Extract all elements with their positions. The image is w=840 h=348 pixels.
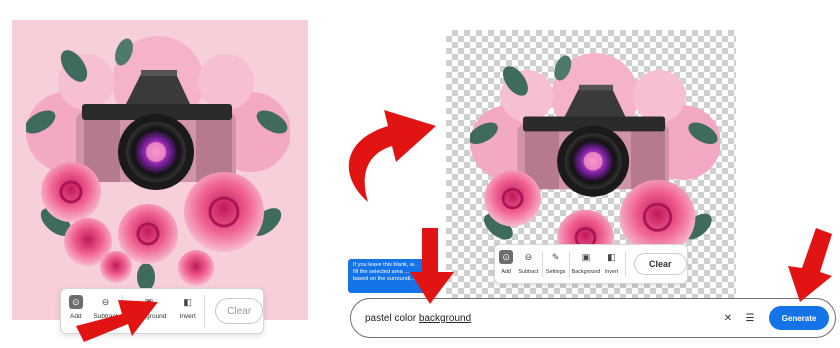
tool-label: Add	[501, 269, 511, 275]
tool-add[interactable]: ⊙ Add	[495, 245, 517, 283]
invert-icon: ◧	[183, 296, 192, 307]
toolbar-divider	[541, 251, 543, 277]
toolbar-divider	[204, 295, 206, 327]
subtract-circle-icon: ⊖	[524, 251, 533, 262]
tool-label: Settings	[545, 269, 566, 275]
curved-red-arrow	[348, 110, 436, 202]
tool-label: Invert	[604, 269, 619, 275]
tool-label: Invert	[179, 313, 196, 320]
clear-button[interactable]: Clear	[633, 253, 687, 275]
clear-button[interactable]: Clear	[215, 298, 263, 324]
tool-label: Background	[571, 269, 601, 275]
background-image-icon: ▣	[581, 251, 591, 262]
add-circle-icon: ⊙	[499, 250, 514, 264]
arrow-to-prompt-text	[410, 228, 454, 304]
tool-invert[interactable]: ◧ Invert	[173, 289, 203, 333]
prompt-text: pastel color	[365, 312, 419, 324]
tool-label: Subtract	[518, 269, 539, 275]
right-selection-toolbar: ⊙ Add ⊖ Subtract ✎ Settings ▣ Background…	[494, 244, 688, 284]
tool-subtract[interactable]: ⊖ Subtract	[517, 245, 539, 283]
sliders-icon[interactable]: ☰	[741, 313, 759, 324]
arrow-to-generate	[788, 228, 832, 302]
prompt-text-underlined: background	[418, 312, 472, 324]
prompt-input[interactable]: pastel color background	[365, 313, 719, 324]
tool-invert[interactable]: ◧ Invert	[600, 245, 622, 283]
tool-settings[interactable]: ✎ Settings	[544, 245, 566, 283]
brush-settings-icon: ✎	[551, 251, 560, 262]
toolbar-divider	[624, 251, 626, 277]
tool-background[interactable]: ▣ Background	[572, 245, 601, 283]
close-icon[interactable]: ✕	[719, 313, 737, 324]
generate-button[interactable]: Generate	[769, 306, 829, 330]
invert-icon: ◧	[607, 251, 616, 262]
toolbar-divider	[568, 251, 570, 277]
left-camera-roses-image	[26, 22, 290, 290]
arrow-to-background-left	[76, 300, 158, 342]
